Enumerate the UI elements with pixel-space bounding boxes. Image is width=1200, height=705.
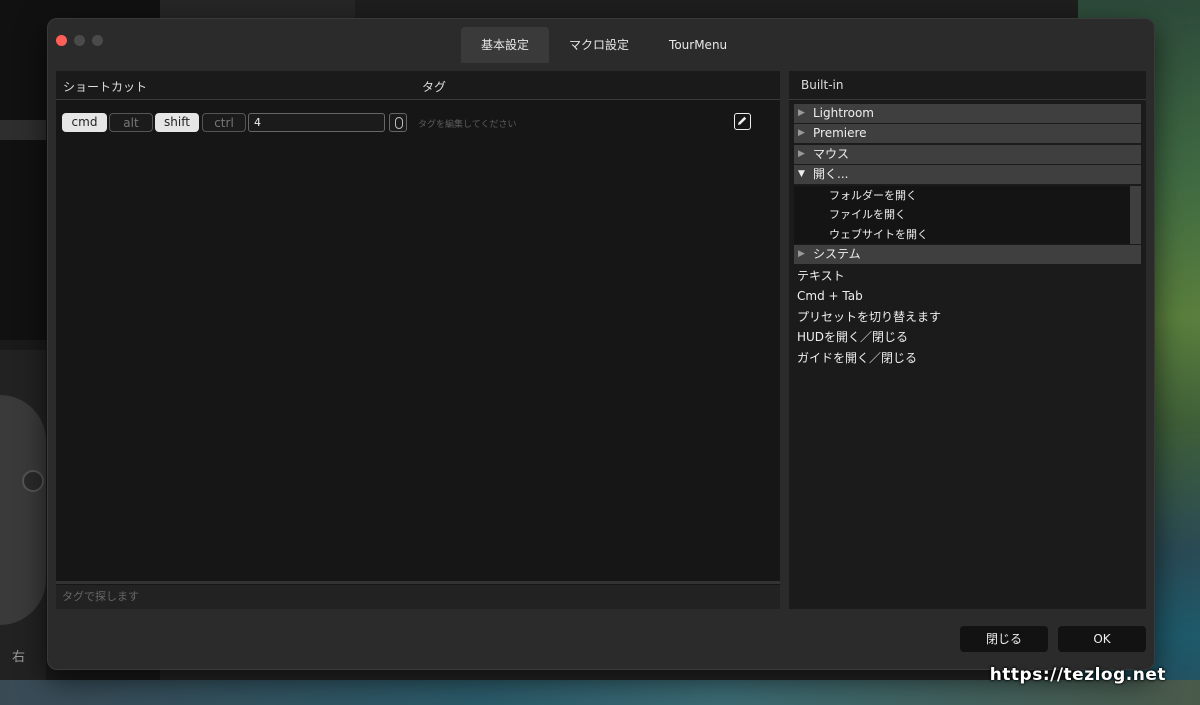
tree-scrollbar[interactable]	[1130, 185, 1141, 245]
key-input[interactable]: 4	[248, 113, 385, 132]
tree-group-label: マウス	[813, 146, 850, 161]
tag-search-input[interactable]: タグで探します	[56, 585, 780, 609]
background-side-label: 右	[12, 650, 26, 665]
disclosure-right-icon: ▶	[798, 249, 805, 260]
disclosure-right-icon: ▶	[798, 108, 805, 118]
window-zoom-button[interactable]	[92, 35, 103, 46]
tree-open-children: フォルダーを開く ファイルを開く ウェブサイトを開く	[794, 185, 1141, 245]
window-minimize-button[interactable]	[74, 35, 85, 46]
tab-tourmenu[interactable]: TourMenu	[649, 27, 747, 63]
tree-group-mouse[interactable]: ▶ マウス	[794, 144, 1141, 164]
column-header-tag: タグ	[422, 80, 447, 94]
tree-item-open-folder[interactable]: フォルダーを開く	[794, 186, 1130, 206]
builtin-header: Built-in	[789, 71, 1146, 100]
close-button[interactable]: 閉じる	[960, 626, 1048, 652]
tab-basic-settings[interactable]: 基本設定	[461, 27, 550, 63]
background-device-image	[0, 395, 46, 625]
builtin-title: Built-in	[801, 78, 844, 92]
tab-macro-settings[interactable]: マクロ設定	[549, 27, 649, 63]
background-device-knob	[22, 470, 44, 492]
modifier-ctrl-toggle[interactable]: ctrl	[202, 113, 246, 132]
background-app-toolbar	[355, 0, 1200, 18]
builtin-pane: Built-in ▶ Lightroom ▶ Premiere ▶ マウス ▼ …	[789, 71, 1146, 609]
watermark-url: https://tezlog.net	[989, 665, 1166, 685]
tag-input[interactable]: タグを編集してください	[418, 117, 516, 130]
tree-item-open-file[interactable]: ファイルを開く	[794, 205, 1130, 225]
disclosure-right-icon: ▶	[798, 148, 805, 159]
mouse-icon	[395, 117, 403, 129]
tree-item-switch-preset[interactable]: プリセットを切り替えます	[794, 307, 1141, 328]
tree-group-label: システム	[813, 247, 861, 262]
tree-group-label: 開く...	[813, 167, 849, 182]
tree-group-lightroom[interactable]: ▶ Lightroom	[794, 104, 1141, 123]
mouse-button-picker[interactable]	[389, 113, 407, 132]
tree-group-label: Premiere	[813, 126, 867, 141]
modifier-cmd-toggle[interactable]: cmd	[62, 113, 107, 132]
column-header-shortcut: ショートカット	[63, 80, 148, 94]
pencil-icon	[738, 116, 747, 125]
shortcut-list-pane: ショートカット タグ cmd alt shift ctrl 4 タグを編集してく…	[56, 71, 780, 609]
horizontal-scrollbar[interactable]	[56, 581, 780, 584]
tree-item-toggle-guide[interactable]: ガイドを開く／閉じる	[794, 348, 1141, 369]
shortcut-list-header: ショートカット タグ	[56, 71, 780, 100]
window-close-button[interactable]	[56, 35, 67, 46]
tree-item-toggle-hud[interactable]: HUDを開く／閉じる	[794, 327, 1141, 348]
tree-item-text[interactable]: テキスト	[794, 266, 1141, 287]
tree-group-system[interactable]: ▶ システム	[794, 245, 1141, 265]
ok-button[interactable]: OK	[1058, 626, 1146, 652]
tree-group-open[interactable]: ▼ 開く...	[794, 165, 1141, 185]
settings-dialog: 基本設定 マクロ設定 TourMenu ショートカット タグ cmd alt s…	[47, 18, 1155, 670]
tree-item-open-website[interactable]: ウェブサイトを開く	[794, 225, 1130, 245]
modifier-alt-toggle[interactable]: alt	[109, 113, 153, 132]
tab-bar: 基本設定 マクロ設定 TourMenu	[461, 27, 747, 63]
edit-tag-button[interactable]	[734, 113, 751, 130]
disclosure-right-icon: ▶	[798, 128, 805, 139]
disclosure-down-icon: ▼	[798, 169, 805, 180]
tree-item-cmd-tab[interactable]: Cmd + Tab	[794, 286, 1141, 307]
builtin-tree: ▶ Lightroom ▶ Premiere ▶ マウス ▼ 開く... フォル…	[794, 104, 1141, 368]
tree-group-premiere[interactable]: ▶ Premiere	[794, 124, 1141, 144]
modifier-shift-toggle[interactable]: shift	[155, 113, 199, 132]
tree-group-label: Lightroom	[813, 106, 874, 120]
background-left-selection	[0, 120, 46, 140]
shortcut-row: cmd alt shift ctrl 4 タグを編集してください	[56, 109, 780, 135]
